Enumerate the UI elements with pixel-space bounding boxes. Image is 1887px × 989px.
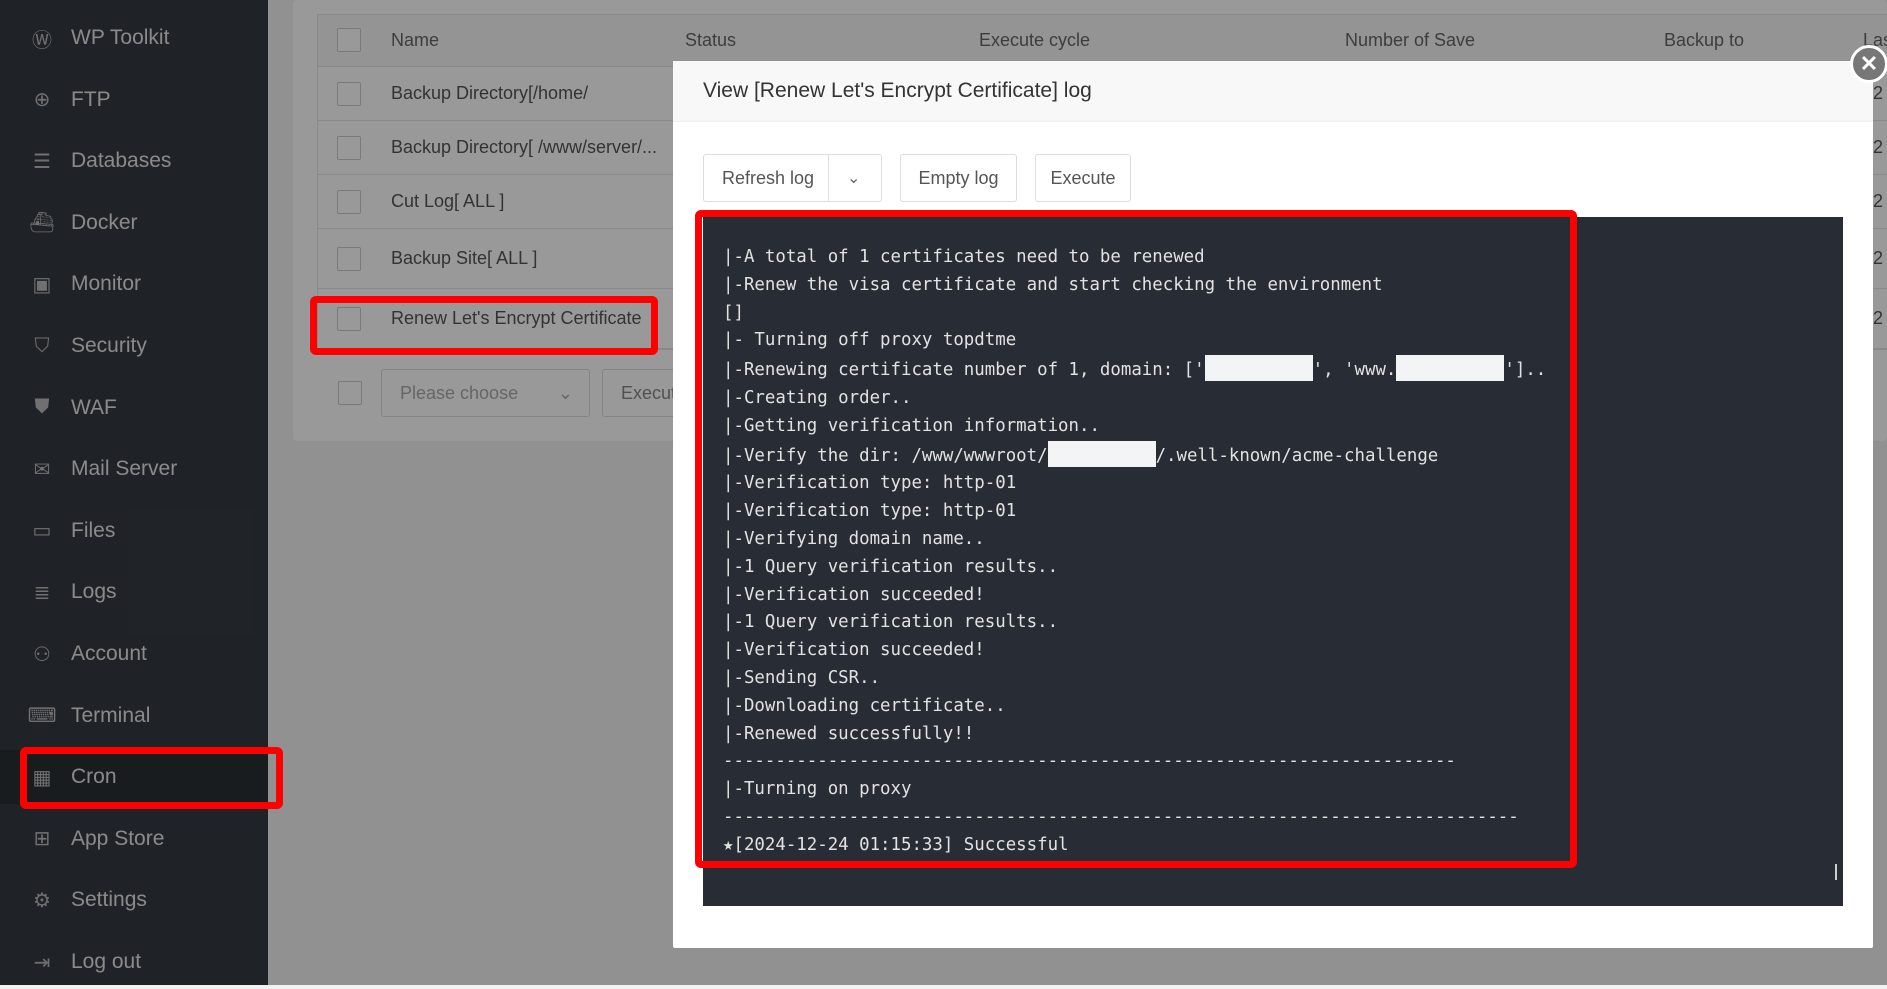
refresh-log-button[interactable]: Refresh log ⌄ bbox=[703, 154, 882, 202]
close-icon[interactable]: ✕ bbox=[1850, 45, 1887, 83]
highlight-cron-item bbox=[20, 747, 283, 809]
chevron-down-icon[interactable]: ⌄ bbox=[847, 168, 860, 188]
highlight-renew-row bbox=[310, 296, 658, 355]
divider bbox=[828, 155, 829, 201]
scrollbar[interactable] bbox=[1835, 864, 1837, 880]
modal-title: View [Renew Let's Encrypt Certificate] l… bbox=[673, 61, 1873, 122]
highlight-log-output bbox=[695, 210, 1577, 868]
refresh-log-label: Refresh log bbox=[722, 167, 815, 188]
execute-button[interactable]: Execute bbox=[1035, 154, 1131, 202]
empty-log-button[interactable]: Empty log bbox=[900, 154, 1017, 202]
